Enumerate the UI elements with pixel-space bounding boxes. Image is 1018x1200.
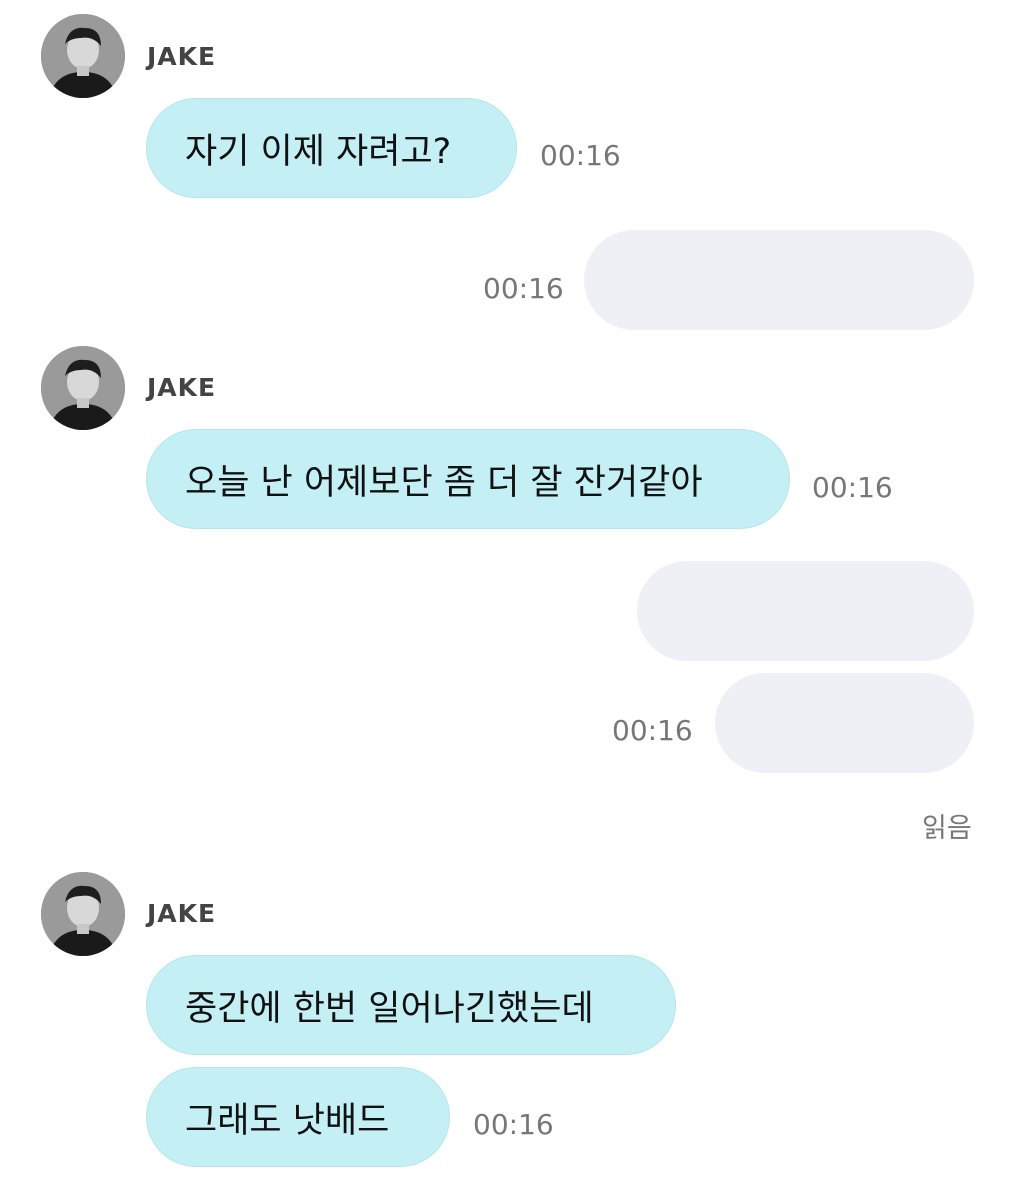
sender-avatar[interactable] — [41, 14, 125, 98]
avatar-photo — [41, 872, 125, 956]
message-timestamp: 00:16 — [812, 471, 893, 504]
message-timestamp: 00:16 — [473, 1108, 554, 1141]
avatar-photo — [41, 346, 125, 430]
avatar-photo — [41, 14, 125, 98]
message-timestamp: 00:16 — [612, 714, 693, 747]
message-bubble-outgoing[interactable] — [584, 230, 974, 330]
sender-name: JAKE — [147, 373, 217, 402]
message-timestamp: 00:16 — [540, 139, 621, 172]
chat-thread: JAKE 자기 이제 자려고? 00:16 00:16 JAKE 오늘 난 어제… — [0, 0, 1018, 1200]
sender-avatar[interactable] — [41, 346, 125, 430]
message-bubble-incoming[interactable]: 오늘 난 어제보단 좀 더 잘 잔거같아 — [146, 429, 790, 529]
message-text: 중간에 한번 일어나긴했는데 — [185, 988, 594, 1029]
message-bubble-incoming[interactable]: 자기 이제 자려고? — [146, 98, 517, 198]
sender-avatar[interactable] — [41, 872, 125, 956]
read-receipt: 읽음 — [922, 813, 972, 844]
message-bubble-outgoing[interactable] — [637, 561, 974, 661]
message-timestamp: 00:16 — [483, 272, 564, 305]
sender-name: JAKE — [147, 42, 217, 71]
message-text: 오늘 난 어제보단 좀 더 잘 잔거같아 — [185, 462, 703, 503]
message-text: 자기 이제 자려고? — [185, 131, 452, 172]
message-bubble-incoming[interactable]: 중간에 한번 일어나긴했는데 — [146, 955, 676, 1055]
message-text: 그래도 낫배드 — [185, 1100, 390, 1141]
message-bubble-outgoing[interactable] — [715, 673, 974, 773]
message-bubble-incoming[interactable]: 그래도 낫배드 — [146, 1067, 450, 1167]
sender-name: JAKE — [147, 899, 217, 928]
